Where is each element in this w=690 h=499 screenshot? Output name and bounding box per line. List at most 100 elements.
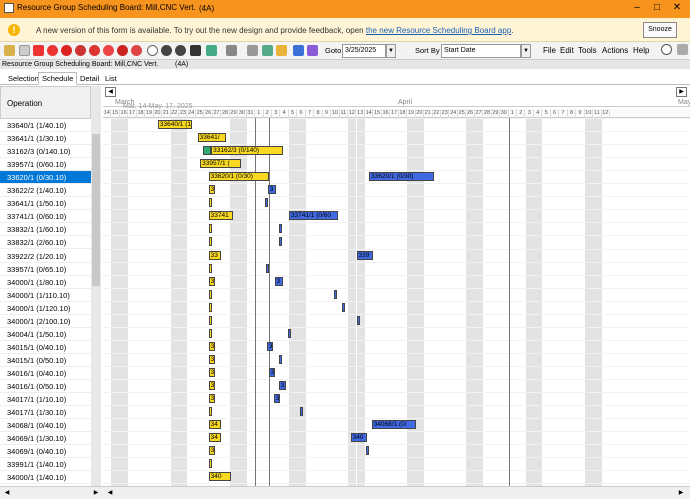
schedule-bar[interactable] (357, 315, 361, 325)
tab-schedule[interactable]: Schedule (38, 72, 78, 85)
help-icon[interactable] (293, 45, 304, 56)
schedule-bar[interactable] (202, 146, 212, 156)
schedule-bar[interactable]: 3 (208, 276, 215, 286)
clear-icon[interactable] (19, 45, 30, 56)
overflow-icon[interactable] (677, 44, 688, 55)
schedule-bar[interactable] (208, 407, 212, 417)
history-icon[interactable] (147, 45, 158, 56)
schedule-bar[interactable]: 34 (208, 433, 222, 443)
schedule-bar[interactable]: 339 (356, 250, 374, 260)
refresh-icon[interactable] (33, 45, 44, 56)
operation-row[interactable]: 34015/1 (0/40.10) (0, 341, 91, 354)
schedule-bar[interactable] (208, 328, 212, 338)
operation-row[interactable]: 34016/1 (0/50.10) (0, 380, 91, 393)
schedule-bar[interactable] (208, 237, 212, 247)
schedule-bar[interactable]: 3 (208, 394, 215, 404)
snooze-button[interactable]: Snooze (643, 22, 677, 38)
schedule-bar[interactable]: 33162/3 (0/140) (211, 146, 283, 156)
schedule-bar[interactable]: 33620/1 (0/30) (369, 172, 435, 182)
sort-dropdown-icon[interactable]: ▼ (521, 44, 531, 58)
schedule-bar[interactable]: 3 (208, 446, 215, 456)
schedule-bar[interactable]: 3 (278, 381, 286, 390)
back-icon[interactable] (661, 44, 672, 55)
operation-row[interactable]: 34017/1 (1/10.10) (0, 393, 91, 407)
menu-edit[interactable]: Edit (560, 46, 574, 55)
operation-row[interactable]: 33741/1 (0/60.10) (0, 210, 91, 224)
no-entry-icon[interactable] (61, 45, 72, 56)
schedule-bar[interactable]: 3 (267, 185, 277, 195)
chart-scroll-right-icon[interactable]: ▶ (676, 488, 686, 498)
schedule-bar[interactable]: 340 (208, 472, 231, 482)
schedule-bar[interactable] (208, 302, 212, 312)
schedule-bar[interactable]: 34068/1 (0/ (371, 420, 417, 430)
schedule-bar[interactable] (365, 446, 370, 456)
schedule-bar[interactable] (333, 289, 337, 299)
print-icon[interactable] (226, 45, 237, 56)
minimize-icon[interactable]: – (630, 2, 644, 13)
copy-icon[interactable] (262, 45, 273, 56)
settings-icon[interactable] (307, 45, 318, 56)
sort-by-select[interactable]: Start Date (441, 44, 521, 58)
schedule-bar[interactable] (208, 315, 212, 325)
schedule-bar[interactable]: 34 (208, 420, 222, 430)
zoom-out-icon[interactable] (175, 45, 186, 56)
menu-actions[interactable]: Actions (602, 46, 628, 55)
schedule-bar[interactable]: 3 (274, 276, 283, 286)
scroll-thumb[interactable] (92, 134, 100, 286)
timeline-prev-button[interactable]: ◀ (105, 87, 116, 97)
schedule-bar[interactable] (288, 328, 292, 338)
schedule-bar[interactable] (208, 263, 212, 273)
schedule-bar[interactable] (278, 224, 282, 234)
operation-row[interactable]: 33832/1 (1/60.10) (0, 223, 91, 237)
schedule-bar[interactable] (278, 354, 283, 364)
menu-file[interactable]: File (543, 46, 556, 55)
schedule-bar[interactable] (208, 224, 212, 234)
operation-row[interactable]: 34069/1 (1/30.10) (0, 432, 91, 446)
schedule-bar[interactable]: 3 (266, 341, 273, 351)
scroll-left-icon[interactable]: ◀ (2, 488, 12, 498)
operation-row[interactable]: 33832/1 (2/60.10) (0, 236, 91, 250)
operation-row[interactable]: 33991/1 (1/40.10) (0, 458, 91, 472)
schedule-bar[interactable]: 3 (208, 341, 215, 351)
operation-row[interactable]: 34004/1 (1/50.10) (0, 328, 91, 341)
operation-row[interactable]: 34000/1 (1/80.10) (0, 276, 91, 289)
operation-row[interactable]: 33620/1 (0/30.10) (0, 171, 91, 185)
zoom-in-icon[interactable] (161, 45, 172, 56)
tab-list[interactable]: List (101, 72, 121, 85)
open-icon[interactable] (4, 45, 15, 56)
schedule-bar[interactable] (266, 263, 270, 273)
schedule-bar[interactable] (265, 198, 269, 208)
new-app-link[interactable]: the new Resource Scheduling Board app (366, 26, 511, 35)
operation-row[interactable]: 33162/3 (0/140.10) (0, 145, 91, 159)
schedule-bar[interactable] (278, 237, 282, 247)
schedule-bar[interactable] (208, 289, 212, 299)
schedule-bar[interactable]: 3 (273, 394, 280, 404)
lock-icon[interactable] (75, 45, 86, 56)
schedule-bar[interactable]: 3 (208, 185, 216, 195)
cut-icon[interactable] (247, 45, 258, 56)
operation-row[interactable]: 34015/1 (0/50.10) (0, 354, 91, 367)
cancel-icon[interactable] (117, 45, 128, 56)
chart-scroll-left-icon[interactable]: ◀ (105, 488, 115, 498)
goto-dropdown-icon[interactable]: ▼ (386, 44, 396, 58)
paste-icon[interactable] (276, 45, 287, 56)
operation-row[interactable]: 33922/2 (1/20.10) (0, 250, 91, 263)
schedule-bar[interactable]: 3 (208, 381, 215, 390)
grid-icon[interactable] (206, 45, 217, 56)
menu-tools[interactable]: Tools (578, 46, 597, 55)
schedule-bar[interactable]: 3 (268, 367, 276, 377)
operation-row[interactable]: 33622/2 (1/40.10) (0, 184, 91, 198)
delete-icon[interactable] (131, 45, 142, 56)
close-icon[interactable]: ✕ (670, 2, 684, 13)
operation-row[interactable]: 33641/1 (1/50.10) (0, 197, 91, 211)
operation-row[interactable]: 33641/1 (1/30.10) (0, 132, 91, 146)
schedule-bar[interactable]: 3 (208, 367, 215, 377)
operation-row[interactable]: 33640/1 (1/40.10) (0, 119, 91, 132)
goto-date-field[interactable]: 3/25/2025 (342, 44, 386, 58)
schedule-bar[interactable]: 33957/1 ( (200, 159, 241, 169)
timeline-next-button[interactable]: ▶ (676, 87, 687, 97)
schedule-bar[interactable]: 3 (208, 354, 215, 364)
operation-row[interactable]: 34068/1 (0/40.10) (0, 419, 91, 433)
operation-row[interactable]: 34017/1 (1/30.10) (0, 406, 91, 420)
zoom-fit-icon[interactable] (190, 45, 201, 56)
